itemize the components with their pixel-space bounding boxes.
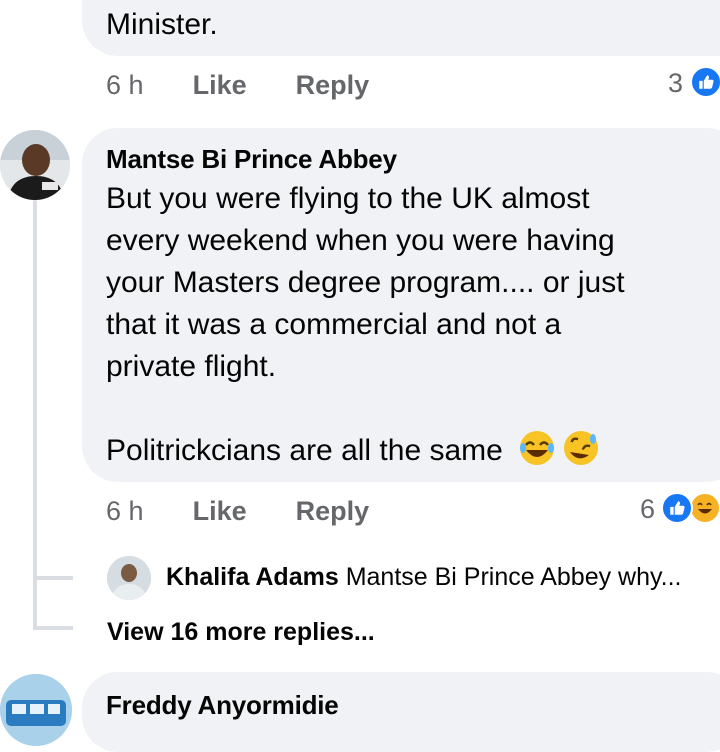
comment-actions-top: 6 h Like Reply — [106, 70, 369, 101]
avatar[interactable] — [0, 130, 70, 200]
comment-time[interactable]: 6 h — [106, 70, 144, 100]
reply-preview[interactable]: Khalifa Adams Mantse Bi Prince Abbey why… — [166, 563, 682, 592]
comment-line: But you were flying to the UK almost — [106, 182, 590, 215]
reply-text: Mantse Bi Prince Abbey why... — [345, 563, 682, 591]
comment-text-tail: Minister. — [106, 8, 218, 41]
thread-line — [33, 200, 37, 628]
rolling-laughing-emoji-icon — [562, 430, 600, 478]
view-more-replies-link[interactable]: View 16 more replies... — [107, 618, 375, 647]
comment-body: But you were flying to the UK almost eve… — [106, 178, 706, 478]
like-button[interactable]: Like — [193, 70, 247, 100]
laughing-emoji-icon — [519, 430, 557, 478]
reaction-count[interactable]: 6 — [640, 494, 655, 525]
haha-reaction-icon — [689, 492, 720, 524]
comment-actions: 6 h Like Reply — [106, 496, 369, 527]
reaction-count-top[interactable]: 3 — [668, 68, 683, 99]
avatar[interactable] — [107, 556, 151, 600]
comment-line: private flight. — [106, 350, 277, 383]
reply-button[interactable]: Reply — [296, 70, 370, 100]
thread-connector — [33, 576, 73, 580]
comment-line: your Masters degree program.... or just — [106, 266, 625, 299]
comment-line: that it was a commercial and not a — [106, 308, 562, 341]
reply-button[interactable]: Reply — [296, 496, 370, 526]
comment-line-last: Politrickcians are all the same — [106, 430, 706, 478]
reply-author[interactable]: Khalifa Adams — [166, 563, 339, 591]
like-button[interactable]: Like — [193, 496, 247, 526]
thread-connector — [33, 626, 73, 630]
like-reaction-icon — [690, 66, 720, 98]
like-reaction-icon — [661, 492, 693, 524]
comment-line: Politrickcians are all the same — [106, 434, 503, 467]
comment-line: every weekend when you were having — [106, 224, 615, 257]
comment-time[interactable]: 6 h — [106, 496, 144, 526]
avatar[interactable] — [0, 674, 72, 746]
comment-author[interactable]: Mantse Bi Prince Abbey — [106, 144, 397, 175]
comment-author[interactable]: Freddy Anyormidie — [106, 690, 339, 721]
